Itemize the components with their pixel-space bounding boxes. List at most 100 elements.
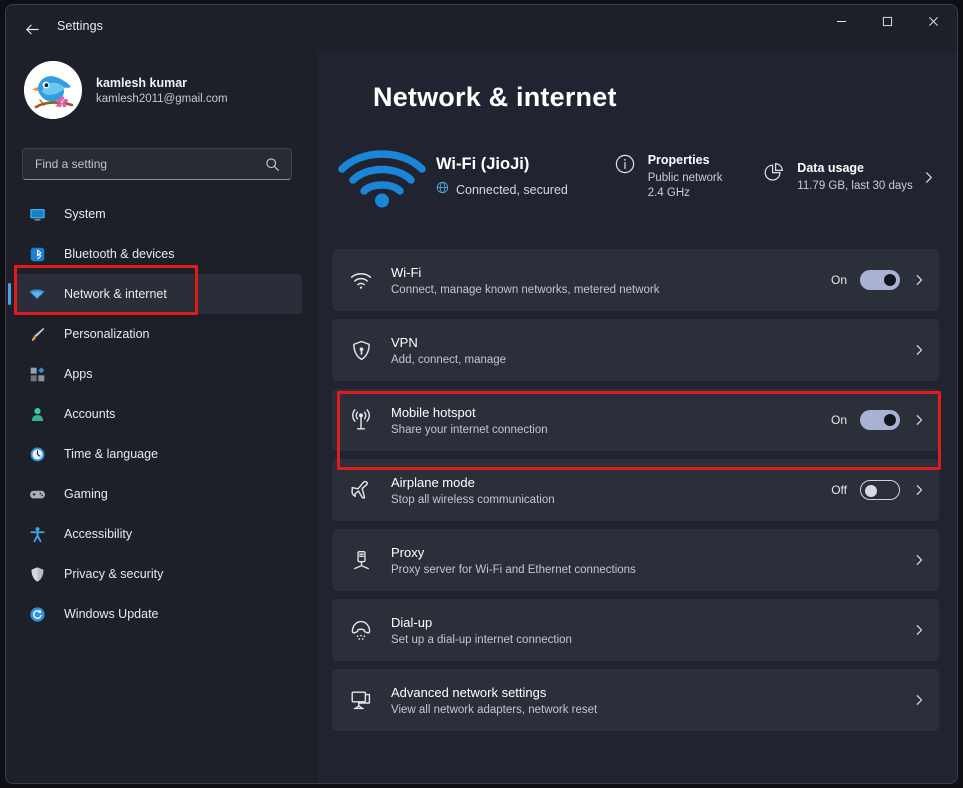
- card-text: Airplane mode Stop all wireless communic…: [391, 475, 555, 506]
- properties-title: Properties: [647, 153, 710, 167]
- properties-link[interactable]: Properties Public network 2.4 GHz: [614, 153, 758, 201]
- bluetooth-icon: [26, 244, 48, 264]
- card-proxy[interactable]: Proxy Proxy server for Wi-Fi and Etherne…: [332, 529, 939, 591]
- accessibility-icon: [26, 524, 48, 544]
- app-title: Settings: [57, 19, 103, 33]
- network-status: Connected, secured: [436, 181, 612, 199]
- current-network-info: Wi-Fi (JioJi) Connected, secured: [436, 155, 612, 199]
- apps-icon: [26, 364, 48, 384]
- card-airplane-mode[interactable]: Airplane mode Stop all wireless communic…: [332, 459, 939, 521]
- card-title: Dial-up: [391, 614, 433, 630]
- airplane-mode-toggle[interactable]: [860, 480, 900, 500]
- settings-list: Wi-Fi Connect, manage known networks, me…: [332, 249, 939, 739]
- card-controls: On: [831, 270, 925, 290]
- card-subtitle: Stop all wireless communication: [391, 493, 555, 506]
- toggle-state-label: Off: [831, 483, 847, 497]
- clock-icon: [26, 444, 48, 464]
- proxy-server-icon: [348, 549, 374, 572]
- card-subtitle: Connect, manage known networks, metered …: [391, 283, 660, 296]
- sidebar-item-windows-update[interactable]: Windows Update: [14, 594, 302, 634]
- network-wifi-icon: [26, 284, 48, 304]
- sidebar-item-accounts[interactable]: Accounts: [14, 394, 302, 434]
- sidebar-item-label: Bluetooth & devices: [64, 247, 175, 261]
- card-title: Airplane mode: [391, 474, 475, 490]
- back-button[interactable]: [16, 15, 48, 43]
- card-text: Advanced network settings View all netwo…: [391, 685, 597, 716]
- sidebar-item-time-language[interactable]: Time & language: [14, 434, 302, 474]
- minimize-button[interactable]: [818, 5, 864, 37]
- card-text: Dial-up Set up a dial-up internet connec…: [391, 615, 572, 646]
- card-text: VPN Add, connect, manage: [391, 335, 506, 366]
- pie-chart-icon: [763, 161, 785, 188]
- card-dial-up[interactable]: Dial-up Set up a dial-up internet connec…: [332, 599, 939, 661]
- card-controls: [913, 624, 925, 636]
- sidebar-item-bluetooth-devices[interactable]: Bluetooth & devices: [14, 234, 302, 274]
- sidebar-item-label: Gaming: [64, 487, 108, 501]
- chevron-right-icon[interactable]: [922, 171, 935, 184]
- properties-network-type: Public network: [647, 172, 723, 184]
- card-title: VPN: [391, 334, 418, 350]
- shield-icon: [26, 564, 48, 584]
- card-text: Wi-Fi Connect, manage known networks, me…: [391, 265, 659, 296]
- sidebar-item-network-internet[interactable]: Network & internet: [8, 274, 302, 314]
- chevron-right-icon[interactable]: [913, 624, 925, 636]
- card-vpn[interactable]: VPN Add, connect, manage: [332, 319, 939, 381]
- sidebar-nav: System Bluetooth & devices Network & int…: [6, 194, 318, 634]
- close-button[interactable]: [910, 5, 956, 37]
- card-subtitle: View all network adapters, network reset: [391, 703, 598, 716]
- wifi-icon: [348, 268, 374, 292]
- paintbrush-icon: [26, 324, 48, 344]
- card-title: Proxy: [391, 544, 425, 560]
- sidebar-item-accessibility[interactable]: Accessibility: [14, 514, 302, 554]
- chevron-right-icon[interactable]: [913, 554, 925, 566]
- toggle-state-label: On: [830, 413, 847, 427]
- sidebar-item-system[interactable]: System: [14, 194, 302, 234]
- bird-avatar-icon: [24, 61, 82, 119]
- maximize-icon: [882, 16, 892, 26]
- search-icon: [265, 157, 280, 172]
- network-status-text: Connected, secured: [456, 183, 568, 197]
- data-usage-link[interactable]: Data usage 11.79 GB, last 30 days: [763, 161, 922, 194]
- sidebar-item-label: Personalization: [64, 327, 150, 341]
- card-advanced-network-settings[interactable]: Advanced network settings View all netwo…: [332, 669, 939, 731]
- sidebar-item-apps[interactable]: Apps: [14, 354, 302, 394]
- card-text: Mobile hotspot Share your internet conne…: [391, 405, 548, 436]
- sidebar-item-gaming[interactable]: Gaming: [14, 474, 302, 514]
- card-wifi[interactable]: Wi-Fi Connect, manage known networks, me…: [332, 249, 939, 311]
- data-usage-title: Data usage: [797, 160, 864, 175]
- chevron-right-icon[interactable]: [913, 484, 925, 496]
- person-icon: [26, 404, 48, 424]
- chevron-right-icon[interactable]: [913, 344, 925, 356]
- chevron-right-icon[interactable]: [913, 694, 925, 706]
- account-block[interactable]: kamlesh kumar kamlesh2011@gmail.com: [24, 61, 228, 119]
- wifi-toggle[interactable]: [860, 270, 900, 290]
- dialup-phone-icon: [348, 618, 374, 642]
- card-text: Proxy Proxy server for Wi-Fi and Etherne…: [391, 545, 636, 576]
- network-summary-banner[interactable]: Wi-Fi (JioJi) Connected, secured Propert…: [332, 133, 939, 221]
- sidebar-item-label: Privacy & security: [64, 567, 164, 581]
- toggle-knob: [865, 485, 877, 497]
- search-input[interactable]: [23, 149, 248, 179]
- mobile-hotspot-toggle[interactable]: [860, 410, 900, 430]
- globe-icon: [436, 181, 449, 199]
- info-circle-icon: [614, 153, 636, 180]
- toggle-knob: [884, 274, 896, 286]
- toggle-state-label: On: [830, 273, 847, 287]
- gamepad-icon: [26, 484, 48, 504]
- card-subtitle: Share your internet connection: [391, 423, 548, 436]
- sidebar-item-privacy-security[interactable]: Privacy & security: [14, 554, 302, 594]
- properties-band: 2.4 GHz: [647, 187, 690, 199]
- chevron-right-icon[interactable]: [913, 274, 925, 286]
- card-controls: [913, 694, 925, 706]
- search-box[interactable]: [22, 148, 292, 180]
- back-arrow-icon: [25, 24, 39, 34]
- system-icon: [26, 204, 48, 224]
- update-refresh-icon: [26, 604, 48, 624]
- sidebar-item-personalization[interactable]: Personalization: [14, 314, 302, 354]
- sidebar-item-label: Apps: [64, 367, 93, 381]
- card-mobile-hotspot[interactable]: Mobile hotspot Share your internet conne…: [332, 389, 939, 451]
- sidebar-item-label: Network & internet: [64, 287, 167, 301]
- chevron-right-icon[interactable]: [913, 414, 925, 426]
- settings-window: Settings kamlesh kumar kamlesh2011@gmail…: [5, 4, 958, 784]
- maximize-button[interactable]: [864, 5, 910, 37]
